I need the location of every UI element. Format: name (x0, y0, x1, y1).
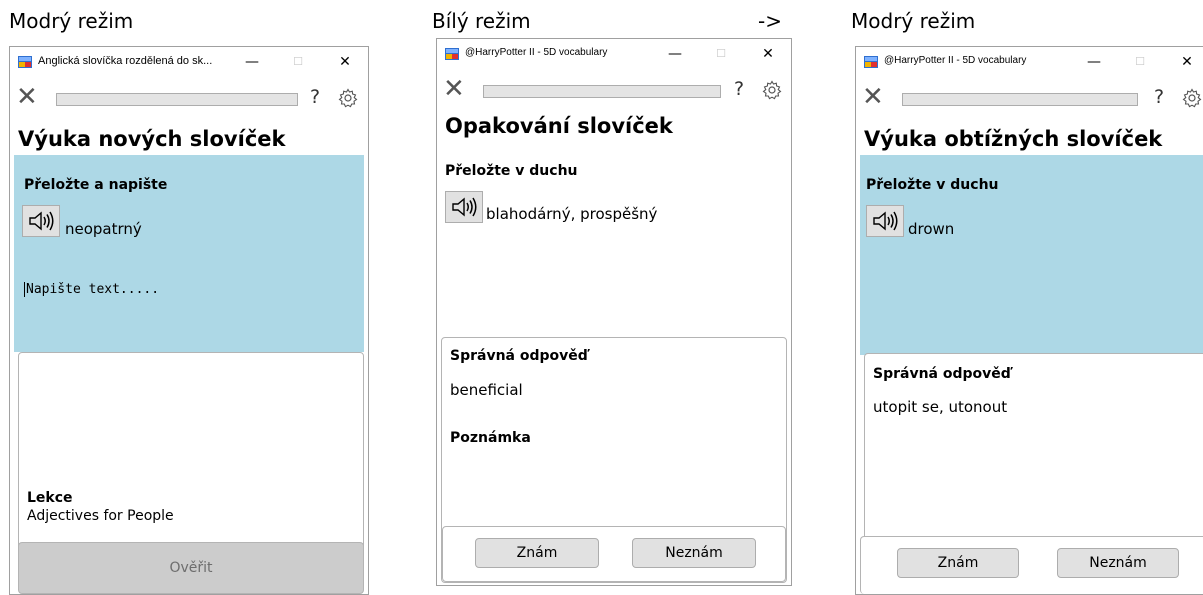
minimize-button[interactable]: — (1074, 50, 1114, 74)
note-label: Poznámka (450, 430, 531, 446)
answer-label: Správná odpověď (873, 366, 1011, 382)
window-difficult-words: @HarryPotter II - 5D vocabulary — ☐ ✕ ✕ … (855, 46, 1203, 595)
progress-bar (56, 93, 298, 106)
toolbar: ✕ ? (10, 77, 368, 117)
gear-icon[interactable] (1182, 88, 1202, 108)
toolbar: ✕ ? (856, 77, 1203, 117)
lesson-value: Adjectives for People (27, 508, 174, 524)
gear-icon[interactable] (762, 80, 782, 100)
prompt-word: drown (908, 220, 955, 238)
exit-lesson-icon[interactable]: ✕ (443, 75, 465, 103)
dont-know-button[interactable]: Neznám (1057, 548, 1179, 578)
check-button[interactable]: Ověřit (18, 542, 364, 594)
caption-white-mode: Bílý režim (432, 9, 531, 33)
answer-button-bar: Znám Neznám (860, 536, 1203, 594)
instruction-label: Přeložte v duchu (866, 177, 999, 193)
instruction-label: Přeložte a napište (24, 177, 168, 193)
lesson-label: Lekce (27, 490, 73, 506)
maximize-button[interactable]: ☐ (1120, 50, 1160, 74)
blue-study-area: Přeložte v duchu drown (860, 155, 1203, 355)
page-title: Výuka nových slovíček (18, 127, 286, 151)
window-title: @HarryPotter II - 5D vocabulary (884, 55, 1027, 66)
help-icon[interactable]: ? (1154, 86, 1164, 108)
answer-button-bar: Znám Neznám (442, 526, 786, 582)
title-bar: @HarryPotter II - 5D vocabulary — ☐ ✕ (437, 39, 791, 69)
exit-lesson-icon[interactable]: ✕ (862, 83, 884, 111)
play-audio-button[interactable] (22, 205, 60, 237)
close-window-button[interactable]: ✕ (325, 50, 365, 74)
help-icon[interactable]: ? (734, 78, 744, 100)
instruction-label: Přeložte v duchu (445, 163, 578, 179)
close-window-button[interactable]: ✕ (1167, 50, 1203, 74)
window-title: @HarryPotter II - 5D vocabulary (465, 47, 608, 58)
caption-blue-mode-right: Modrý režim (851, 9, 976, 33)
blue-study-area: Přeložte a napište neopatrný Napište tex… (14, 155, 364, 352)
window-new-words: Anglická slovíčka rozdělená do sk... — ☐… (9, 46, 369, 595)
toolbar: ✕ ? (437, 69, 791, 109)
minimize-button[interactable]: — (232, 50, 272, 74)
know-button[interactable]: Znám (475, 538, 599, 568)
progress-bar (902, 93, 1138, 106)
help-icon[interactable]: ? (310, 86, 320, 108)
answer-input[interactable]: Napište text..... (24, 282, 159, 297)
play-audio-button[interactable] (866, 205, 904, 237)
page-title: Výuka obtížných slovíček (864, 127, 1163, 151)
caption-blue-mode-left: Modrý režim (9, 9, 134, 33)
window-review-words: @HarryPotter II - 5D vocabulary — ☐ ✕ ✕ … (436, 38, 792, 586)
title-bar: @HarryPotter II - 5D vocabulary — ☐ ✕ (856, 47, 1203, 77)
know-button[interactable]: Znám (897, 548, 1019, 578)
exit-lesson-icon[interactable]: ✕ (16, 83, 38, 111)
app-icon (445, 48, 459, 60)
app-icon (864, 56, 878, 68)
progress-bar (483, 85, 721, 98)
prompt-word: blahodárný, prospěšný (486, 205, 658, 223)
speaker-icon (873, 211, 898, 231)
caption-arrow: -> (758, 9, 782, 33)
minimize-button[interactable]: — (655, 42, 695, 66)
speaker-icon (452, 197, 477, 217)
answer-panel: Správná odpověď beneficial Poznámka Znám… (441, 337, 787, 583)
maximize-button[interactable]: ☐ (278, 50, 318, 74)
gear-icon[interactable] (338, 88, 358, 108)
lesson-panel: Lekce Adjectives for People (18, 352, 364, 552)
page-title: Opakování slovíček (445, 114, 673, 138)
app-icon (18, 56, 32, 68)
answer-value: beneficial (450, 381, 523, 399)
title-bar: Anglická slovíčka rozdělená do sk... — ☐… (10, 47, 368, 77)
answer-value: utopit se, utonout (873, 398, 1008, 416)
maximize-button[interactable]: ☐ (701, 42, 741, 66)
dont-know-button[interactable]: Neznám (632, 538, 756, 568)
prompt-word: neopatrný (65, 220, 142, 238)
window-title: Anglická slovíčka rozdělená do sk... (38, 55, 213, 67)
speaker-icon (29, 211, 54, 231)
answer-label: Správná odpověď (450, 348, 588, 364)
close-window-button[interactable]: ✕ (748, 42, 788, 66)
play-audio-button[interactable] (445, 191, 483, 223)
